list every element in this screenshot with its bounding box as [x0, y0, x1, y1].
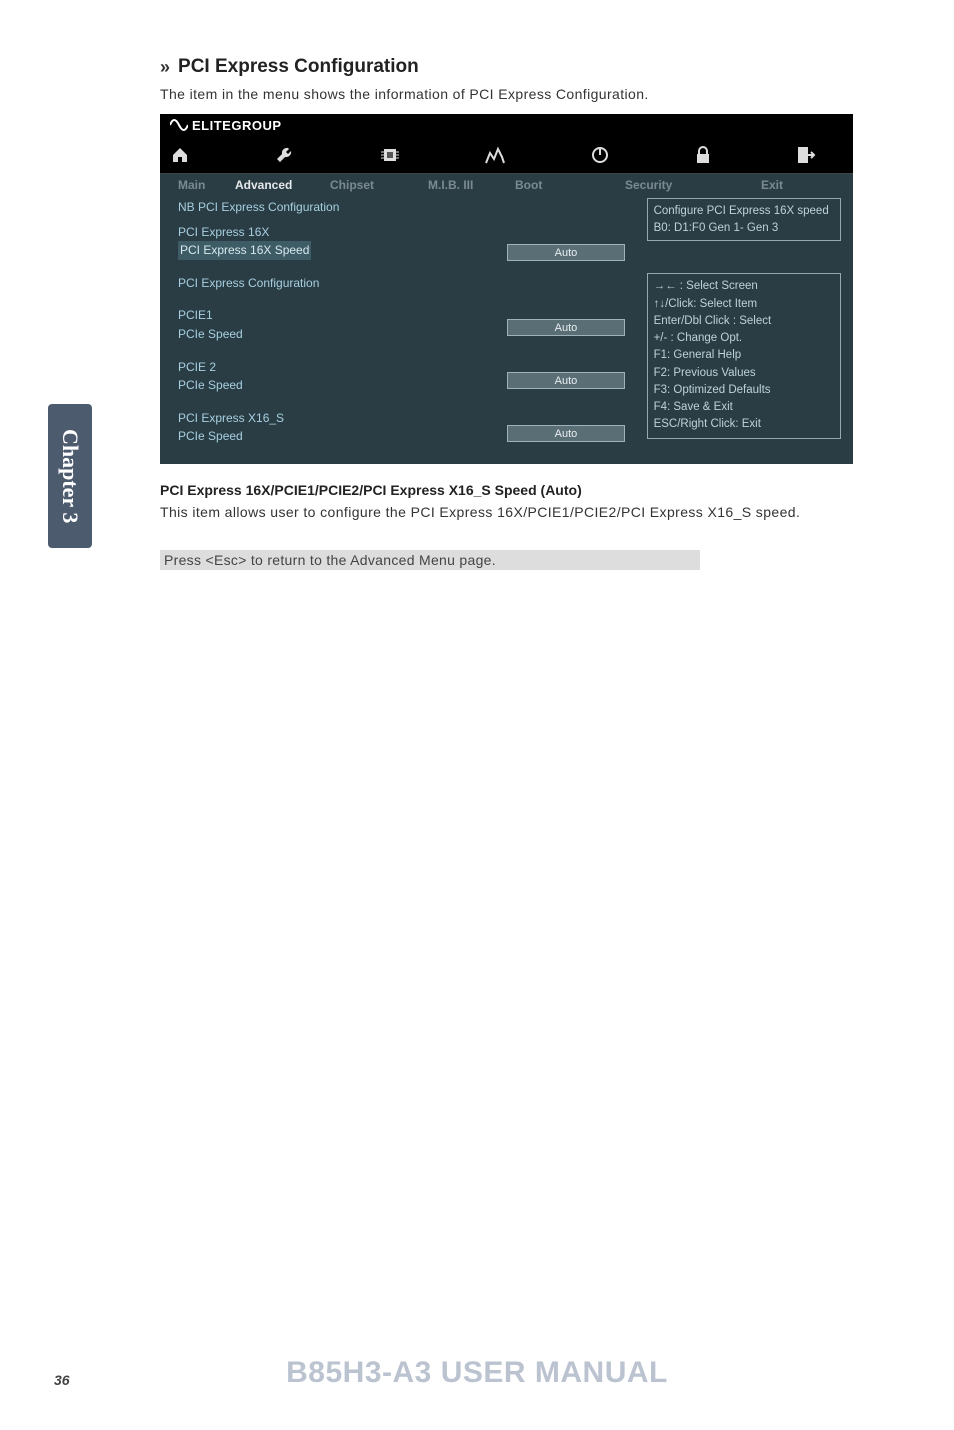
- select-pcie1-speed[interactable]: Auto: [507, 319, 625, 336]
- bios-item-pcie16x-speed[interactable]: PCI Express 16X Speed: [178, 241, 311, 260]
- select-pcie2-speed[interactable]: Auto: [507, 372, 625, 389]
- help-f1: F1: General Help: [654, 347, 834, 364]
- bios-item-nbpci: NB PCI Express Configuration: [178, 198, 507, 217]
- bios-item-pcie1-speed[interactable]: PCIe Speed: [178, 325, 507, 344]
- bios-mid-col: Auto Auto Auto Auto: [507, 198, 647, 446]
- help-enter: Enter/Dbl Click : Select: [654, 313, 834, 330]
- ecs-logo-icon: [170, 118, 188, 132]
- tab-main[interactable]: Main: [160, 178, 235, 192]
- exit-door-icon[interactable]: [796, 145, 816, 165]
- help-f4: F4: Save & Exit: [654, 399, 834, 416]
- section-intro: The item in the menu shows the informati…: [160, 86, 860, 102]
- bios-item-pcie-x16s: PCI Express X16_S: [178, 409, 507, 428]
- bios-item-pcie2-speed[interactable]: PCIe Speed: [178, 376, 507, 395]
- bios-item-pcie2: PCIE 2: [178, 358, 507, 377]
- bios-key-help: →← : Select Screen ↑↓/Click: Select Item…: [647, 273, 841, 438]
- chip-icon[interactable]: [380, 145, 400, 165]
- select-pcie-x16s-speed[interactable]: Auto: [507, 425, 625, 442]
- tab-advanced[interactable]: Advanced: [235, 178, 330, 192]
- esc-note: Press <Esc> to return to the Advanced Me…: [160, 550, 700, 570]
- chapter-side-tab: Chapter 3: [48, 404, 92, 548]
- help-f2: F2: Previous Values: [654, 365, 834, 382]
- home-icon[interactable]: [170, 145, 190, 165]
- chapter-side-label: Chapter 3: [57, 429, 83, 523]
- bios-icon-row: [160, 136, 853, 174]
- footer: B85H3-A3 USER MANUAL: [0, 1356, 954, 1390]
- subsection-heading: PCI Express 16X/PCIE1/PCIE2/PCI Express …: [160, 482, 860, 498]
- bios-right-col: Configure PCI Express 16X speed B0: D1:F…: [647, 198, 841, 446]
- ecs-logo: ELITEGROUP: [170, 118, 282, 133]
- bios-item-help: Configure PCI Express 16X speed B0: D1:F…: [647, 198, 841, 241]
- select-pcie16x-speed[interactable]: Auto: [507, 244, 625, 261]
- help-change-opt: +/- : Change Opt.: [654, 330, 834, 347]
- wrench-icon[interactable]: [274, 144, 296, 166]
- tuning-icon[interactable]: [484, 145, 506, 165]
- section-heading-row: » PCI Express Configuration: [160, 56, 860, 78]
- tab-mib[interactable]: M.I.B. III: [420, 178, 515, 192]
- power-icon[interactable]: [590, 145, 610, 165]
- bios-item-pcie-x16s-speed[interactable]: PCIe Speed: [178, 427, 507, 446]
- tab-security[interactable]: Security: [605, 178, 725, 192]
- help-esc: ESC/Right Click: Exit: [654, 416, 834, 433]
- bios-tab-row: Main Advanced Chipset M.I.B. III Boot Se…: [160, 174, 853, 196]
- bios-brand-text: ELITEGROUP: [192, 118, 282, 133]
- lock-icon[interactable]: [694, 145, 712, 165]
- page-number: 36: [54, 1372, 70, 1388]
- bios-item-pcie1: PCIE1: [178, 306, 507, 325]
- help-select-item: ↑↓/Click: Select Item: [654, 296, 834, 313]
- bios-body: NB PCI Express Configuration PCI Express…: [160, 196, 853, 464]
- bios-left-col: NB PCI Express Configuration PCI Express…: [178, 198, 507, 446]
- subsection-body: This item allows user to configure the P…: [160, 504, 860, 520]
- help-select-screen: →← : Select Screen: [654, 278, 834, 295]
- bios-item-pcie16x[interactable]: PCI Express 16X: [178, 223, 507, 242]
- manual-title: B85H3-A3 USER MANUAL: [0, 1356, 954, 1390]
- bios-panel: ELITEGROUP Main Advanced Chipset M.I.B. …: [160, 114, 853, 464]
- chevron-right-icon: »: [160, 57, 170, 78]
- tab-chipset[interactable]: Chipset: [330, 178, 420, 192]
- tab-boot[interactable]: Boot: [515, 178, 605, 192]
- bios-brand-bar: ELITEGROUP: [160, 114, 853, 136]
- tab-exit[interactable]: Exit: [725, 178, 783, 192]
- bios-item-pci-config: PCI Express Configuration: [178, 274, 507, 293]
- help-f3: F3: Optimized Defaults: [654, 382, 834, 399]
- section-heading: PCI Express Configuration: [178, 56, 419, 78]
